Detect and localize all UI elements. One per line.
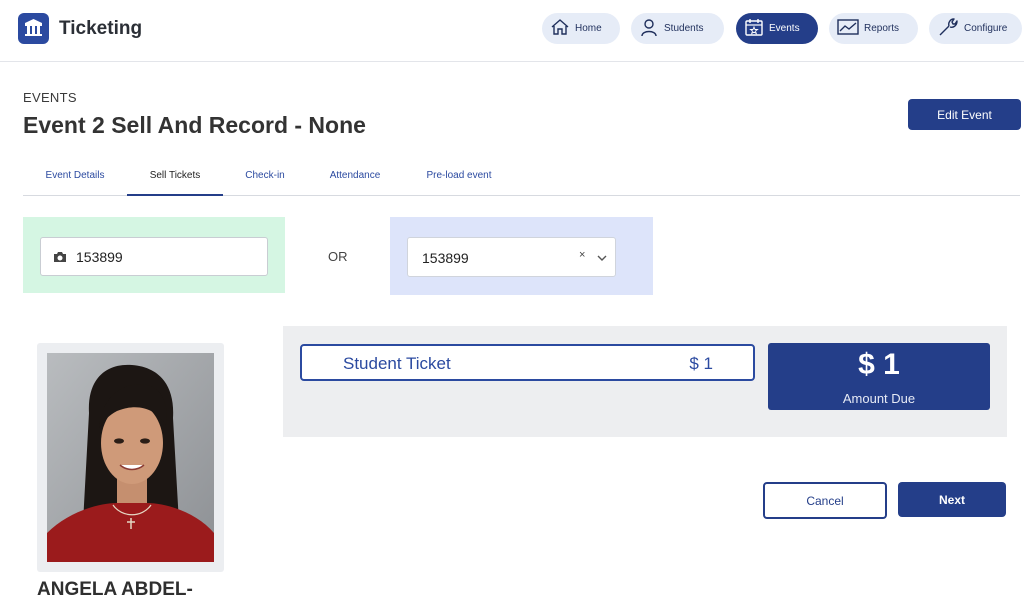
nav-students-label: Students — [664, 23, 704, 34]
wrench-icon — [937, 16, 964, 41]
ticket-price: $ 1 — [689, 354, 713, 373]
scan-id-value: 153899 — [76, 248, 123, 265]
nav-home-button[interactable]: Home — [542, 13, 620, 44]
top-bar: Ticketing Home Students Events Reports C… — [0, 0, 1024, 62]
chevron-down-icon[interactable] — [597, 249, 607, 265]
student-photo-card — [37, 343, 224, 572]
amount-due-label: Amount Due — [842, 391, 916, 406]
home-icon — [550, 18, 575, 39]
student-icon — [639, 17, 664, 40]
student-select[interactable]: 153899 × — [407, 237, 616, 277]
amount-due-box: $ 1 Amount Due — [768, 343, 990, 410]
tab-event-details[interactable]: Event Details — [23, 170, 127, 196]
nav-reports-button[interactable]: Reports — [829, 13, 918, 44]
or-separator: OR — [328, 249, 348, 264]
ticketing-logo-icon — [18, 13, 49, 44]
cancel-button[interactable]: Cancel — [763, 482, 887, 519]
tab-attendance[interactable]: Attendance — [321, 170, 389, 196]
scan-id-input[interactable]: 153899 — [40, 237, 268, 276]
nav-configure-button[interactable]: Configure — [929, 13, 1022, 44]
tab-sell-tickets[interactable]: Sell Tickets — [127, 170, 223, 196]
tab-check-in[interactable]: Check-in — [233, 170, 297, 196]
student-photo — [47, 353, 214, 562]
student-name: ANGELA ABDEL- — [37, 579, 193, 600]
scan-panel: 153899 — [23, 217, 285, 293]
chart-icon — [837, 18, 864, 39]
ticket-option[interactable]: Student Ticket $ 1 — [300, 344, 755, 381]
tab-pre-load-event[interactable]: Pre-load event — [416, 170, 502, 196]
nav-home-label: Home — [575, 23, 602, 34]
student-select-value: 153899 — [422, 250, 469, 266]
ticket-name: Student Ticket — [343, 354, 451, 373]
nav-reports-label: Reports — [864, 23, 900, 34]
calendar-star-icon — [744, 17, 769, 40]
clear-icon[interactable]: × — [579, 249, 585, 261]
camera-icon — [53, 251, 67, 263]
nav-events-button[interactable]: Events — [736, 13, 818, 44]
next-button[interactable]: Next — [898, 482, 1006, 517]
page-title: Event 2 Sell And Record - None — [23, 112, 366, 138]
breadcrumb[interactable]: EVENTS — [23, 90, 77, 105]
app-title: Ticketing — [59, 18, 143, 39]
edit-event-button[interactable]: Edit Event — [908, 99, 1021, 130]
ticket-panel: Student Ticket $ 1 $ 1 Amount Due — [283, 326, 1007, 437]
nav-students-button[interactable]: Students — [631, 13, 724, 44]
event-tabs: Event Details Sell Tickets Check-in Atte… — [23, 160, 1020, 196]
amount-due-value: $ 1 — [858, 348, 900, 381]
student-select-panel: 153899 × — [390, 217, 653, 295]
nav-events-label: Events — [769, 23, 800, 34]
nav-configure-label: Configure — [964, 23, 1008, 34]
